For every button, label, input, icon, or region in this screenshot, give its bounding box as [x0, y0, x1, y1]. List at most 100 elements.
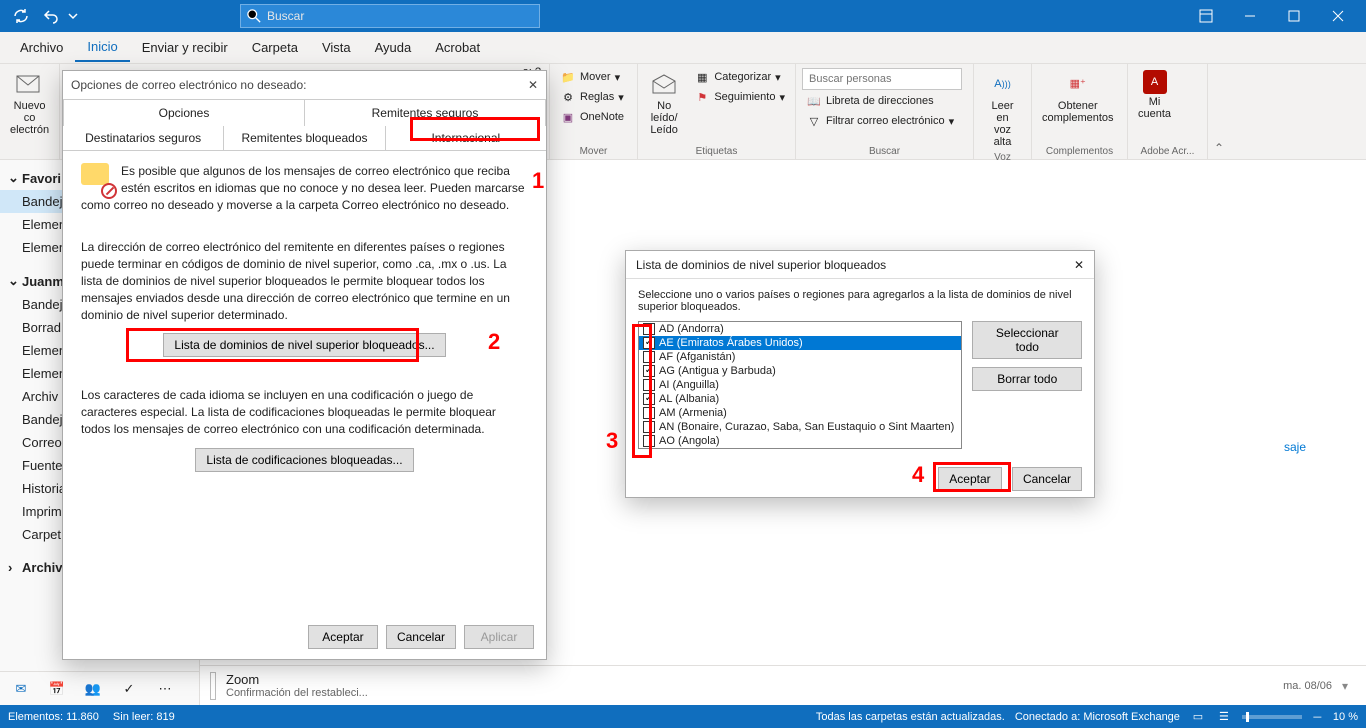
- tld-list-item[interactable]: AD (Andorra): [639, 322, 961, 336]
- checkbox-icon[interactable]: [643, 421, 655, 433]
- view-normal-icon[interactable]: ▭: [1190, 709, 1206, 725]
- tab-acrobat[interactable]: Acrobat: [423, 34, 492, 61]
- filter-email-menu[interactable]: ▽Filtrar correo electrónico▾: [802, 112, 962, 130]
- tld-list-item[interactable]: AL (Albania): [639, 392, 961, 406]
- tld-item-label: AO (Angola): [659, 435, 720, 447]
- minimize-button[interactable]: [1228, 0, 1272, 32]
- tld-list-item[interactable]: AN (Bonaire, Curazao, Saba, San Eustaqui…: [639, 420, 961, 434]
- junk-options-dialog: Opciones de correo electrónico no desead…: [62, 70, 547, 660]
- status-zoom: 10 %: [1333, 711, 1358, 723]
- checkbox-icon[interactable]: [643, 393, 655, 405]
- move-group-label: Mover: [556, 144, 631, 157]
- tld-list-item[interactable]: AG (Antigua y Barbuda): [639, 364, 961, 378]
- addressbook-icon: 📖: [806, 93, 822, 109]
- read-aloud-button[interactable]: A))) Leer en voz alta: [980, 68, 1025, 150]
- mail-new-icon: [16, 70, 44, 98]
- tab-inicio[interactable]: Inicio: [75, 33, 129, 62]
- message-list-item[interactable]: Zoom Confirmación del restableci... ma. …: [200, 665, 1366, 705]
- tab-archivo[interactable]: Archivo: [8, 34, 75, 61]
- sync-icon[interactable]: [6, 0, 36, 32]
- rules-menu[interactable]: ⚙Reglas▾: [556, 88, 628, 106]
- dlg1-tab-remitentes[interactable]: Remitentes seguros: [305, 99, 546, 126]
- checkbox-icon[interactable]: [643, 337, 655, 349]
- titlebar: [0, 0, 1366, 32]
- ribbon-collapse-icon[interactable]: ⌃: [1208, 137, 1230, 159]
- categorize-menu[interactable]: ▦Categorizar▾: [690, 68, 789, 86]
- tasks-view-icon[interactable]: ✓: [120, 680, 138, 698]
- msg-scroll-down-icon[interactable]: ▾: [1342, 679, 1356, 693]
- dlg1-subtab-rem[interactable]: Remitentes bloqueados: [224, 126, 385, 150]
- checkbox-icon[interactable]: [643, 379, 655, 391]
- tld-list-item[interactable]: AO (Angola): [639, 434, 961, 448]
- dlg1-subtab-dest[interactable]: Destinatarios seguros: [63, 126, 224, 150]
- people-view-icon[interactable]: 👥: [84, 680, 102, 698]
- get-addins-button[interactable]: ▦⁺ Obtener complementos: [1038, 68, 1118, 126]
- clear-all-button[interactable]: Borrar todo: [972, 367, 1082, 391]
- funnel-icon: ▽: [806, 113, 822, 129]
- status-items: Elementos: 11.860: [8, 711, 99, 723]
- dlg1-para1: Es posible que algunos de los mensajes d…: [81, 163, 528, 213]
- move-menu[interactable]: 📁Mover▾: [556, 68, 628, 86]
- ribbon-display-icon[interactable]: [1184, 0, 1228, 32]
- checkbox-icon[interactable]: [643, 365, 655, 377]
- more-views-icon[interactable]: ⋯: [156, 680, 174, 698]
- dlg1-cancel-button[interactable]: Cancelar: [386, 625, 456, 649]
- dlg2-ok-button[interactable]: Aceptar: [938, 467, 1002, 491]
- undo-icon[interactable]: [36, 0, 66, 32]
- tab-ayuda[interactable]: Ayuda: [363, 34, 424, 61]
- msg-preview: Confirmación del restableci...: [226, 687, 368, 699]
- dlg2-desc: Seleccione uno o varios países o regione…: [638, 289, 1082, 313]
- dlg1-subtab-int[interactable]: Internacional: [386, 126, 546, 150]
- view-reading-icon[interactable]: ☰: [1216, 709, 1232, 725]
- dlg2-close-icon[interactable]: ✕: [1074, 258, 1084, 272]
- tld-list-item[interactable]: AF (Afganistán): [639, 350, 961, 364]
- tab-enviar[interactable]: Enviar y recibir: [130, 34, 240, 61]
- checkbox-icon[interactable]: [643, 351, 655, 363]
- maximize-button[interactable]: [1272, 0, 1316, 32]
- adobe-account-button[interactable]: A Mi cuenta: [1134, 68, 1175, 122]
- mail-view-icon[interactable]: ✉: [12, 680, 30, 698]
- checkbox-icon[interactable]: [643, 435, 655, 447]
- onenote-button[interactable]: ▣OneNote: [556, 108, 628, 126]
- folder-move-icon: 📁: [560, 69, 576, 85]
- new-mail-button[interactable]: Nuevo co electrón: [6, 68, 53, 138]
- addins-icon: ▦⁺: [1064, 70, 1092, 98]
- tab-carpeta[interactable]: Carpeta: [240, 34, 310, 61]
- tld-item-label: AI (Anguilla): [659, 379, 719, 391]
- zoom-slider[interactable]: [1242, 715, 1302, 719]
- blocked-tld-list-button[interactable]: Lista de dominios de nivel superior bloq…: [163, 333, 445, 357]
- tld-list-item[interactable]: AE (Emiratos Árabes Unidos): [639, 336, 961, 350]
- tld-list-item[interactable]: AM (Armenia): [639, 406, 961, 420]
- qat-dropdown-icon[interactable]: [66, 0, 80, 32]
- address-book-button[interactable]: 📖Libreta de direcciones: [802, 92, 962, 110]
- calendar-view-icon[interactable]: 📅: [48, 680, 66, 698]
- read-unread-button[interactable]: No leído/ Leído: [644, 68, 684, 138]
- search-box[interactable]: [240, 4, 540, 28]
- search-people-input[interactable]: [802, 68, 962, 90]
- checkbox-icon[interactable]: [643, 323, 655, 335]
- addins-group-label: Complementos: [1038, 144, 1121, 157]
- tab-vista[interactable]: Vista: [310, 34, 363, 61]
- blocked-encodings-button[interactable]: Lista de codificaciones bloqueadas...: [195, 448, 413, 472]
- dlg2-cancel-button[interactable]: Cancelar: [1012, 467, 1082, 491]
- close-button[interactable]: [1316, 0, 1360, 32]
- tld-list-item[interactable]: AI (Anguilla): [639, 378, 961, 392]
- dlg1-apply-button[interactable]: Aplicar: [464, 625, 534, 649]
- followup-menu[interactable]: ⚑Seguimiento▾: [690, 88, 789, 106]
- dlg1-close-icon[interactable]: ✕: [528, 78, 538, 92]
- search-input[interactable]: [267, 9, 533, 23]
- adobe-icon: A: [1143, 70, 1167, 94]
- onenote-icon: ▣: [560, 109, 576, 125]
- search-group-label: Buscar: [802, 144, 967, 157]
- menu-tabs: Archivo Inicio Enviar y recibir Carpeta …: [0, 32, 1366, 64]
- tld-listbox[interactable]: AD (Andorra)AE (Emiratos Árabes Unidos)A…: [638, 321, 962, 449]
- tld-item-label: AE (Emiratos Árabes Unidos): [659, 337, 803, 349]
- dlg1-ok-button[interactable]: Aceptar: [308, 625, 378, 649]
- status-bar: Elementos: 11.860 Sin leer: 819 Todas la…: [0, 705, 1366, 728]
- msg-date: ma. 08/06: [1283, 680, 1332, 692]
- junk-folder-icon: [81, 163, 113, 195]
- rules-icon: ⚙: [560, 89, 576, 105]
- checkbox-icon[interactable]: [643, 407, 655, 419]
- select-all-button[interactable]: Seleccionar todo: [972, 321, 1082, 359]
- dlg1-tab-opciones[interactable]: Opciones: [63, 99, 305, 126]
